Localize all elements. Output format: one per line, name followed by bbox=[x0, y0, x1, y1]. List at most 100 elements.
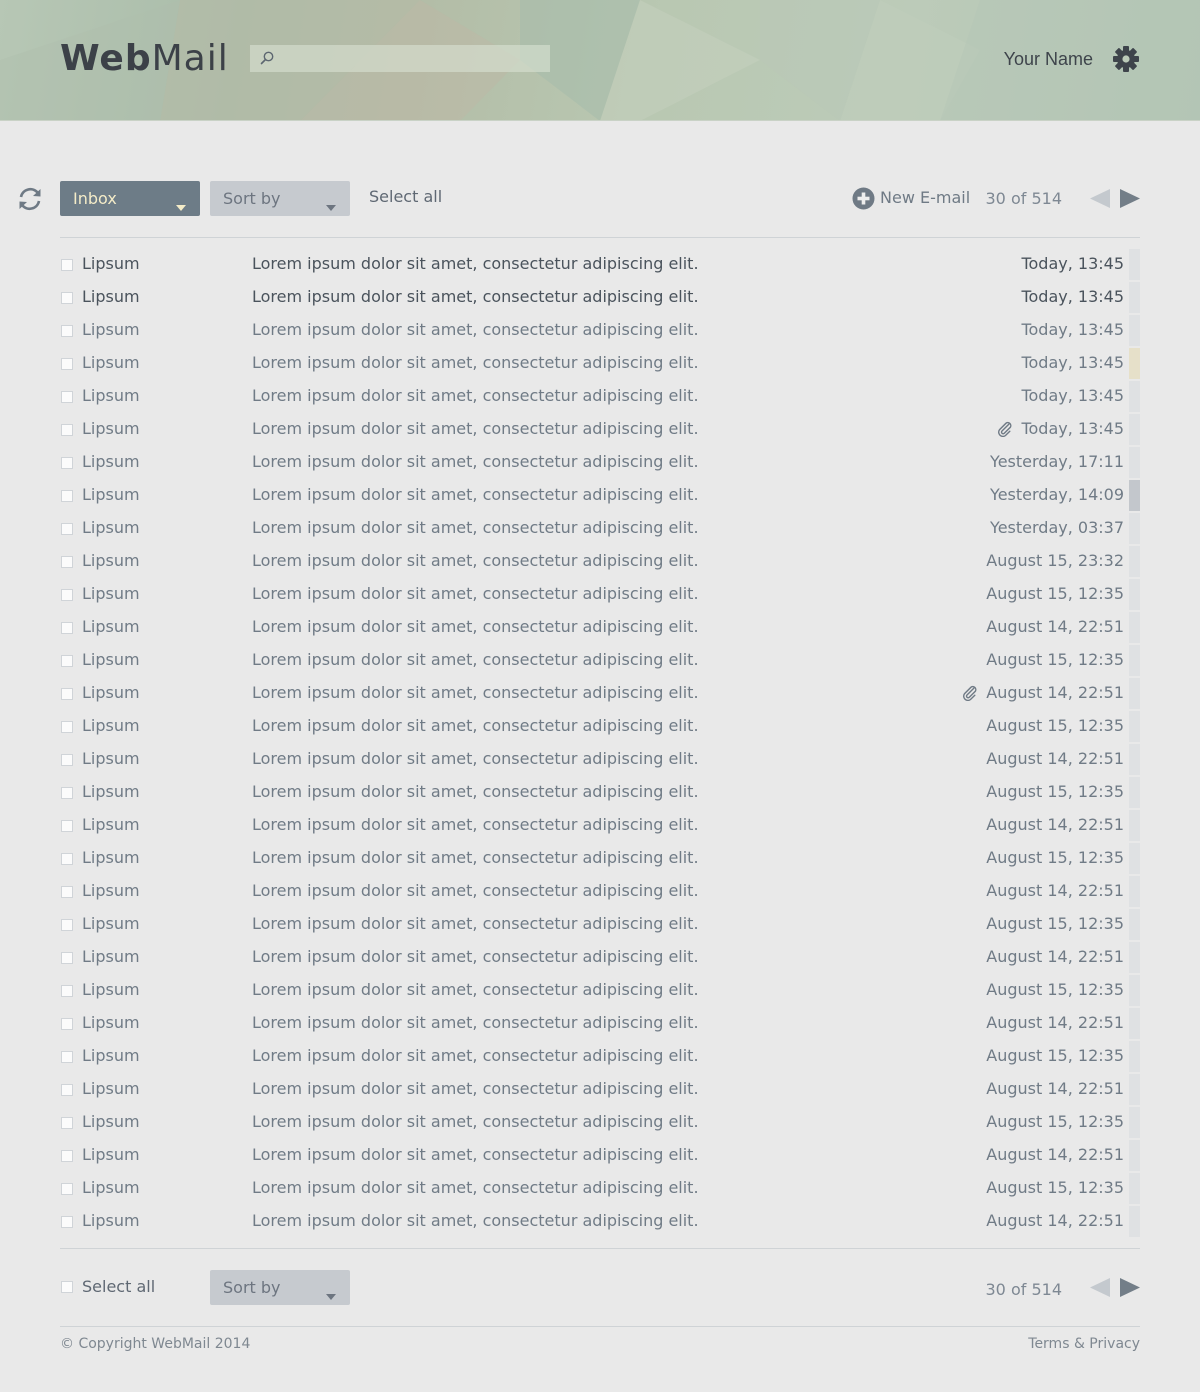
search-input[interactable] bbox=[282, 45, 544, 72]
sort-dropdown-top[interactable]: Sort by bbox=[210, 181, 350, 216]
message-row[interactable]: Lipsum Lorem ipsum dolor sit amet, consec… bbox=[60, 1173, 1140, 1206]
new-email-label: New E-mail bbox=[880, 188, 971, 207]
user-name[interactable]: Your Name bbox=[990, 48, 1093, 70]
message-checkbox[interactable] bbox=[61, 325, 73, 337]
message-checkbox[interactable] bbox=[61, 424, 73, 436]
prev-page-icon[interactable] bbox=[1090, 1278, 1110, 1301]
caret-down-icon bbox=[176, 196, 186, 215]
message-row[interactable]: Lipsum Lorem ipsum dolor sit amet, consec… bbox=[60, 1041, 1140, 1074]
message-subject: Lorem ipsum dolor sit amet, consectetur … bbox=[252, 650, 699, 669]
message-status-marker bbox=[1129, 381, 1140, 412]
message-checkbox[interactable] bbox=[61, 1183, 73, 1195]
select-all-link[interactable]: Select all bbox=[369, 187, 442, 207]
message-sender: Lipsum bbox=[82, 551, 140, 570]
message-row[interactable]: Lipsum Lorem ipsum dolor sit amet, consec… bbox=[60, 744, 1140, 777]
message-checkbox[interactable] bbox=[61, 1216, 73, 1228]
message-checkbox[interactable] bbox=[61, 589, 73, 601]
next-page-icon[interactable] bbox=[1120, 189, 1140, 212]
message-row[interactable]: Lipsum Lorem ipsum dolor sit amet, consec… bbox=[60, 480, 1140, 513]
message-checkbox[interactable] bbox=[61, 1117, 73, 1129]
message-sender: Lipsum bbox=[82, 353, 140, 372]
message-checkbox[interactable] bbox=[61, 622, 73, 634]
message-row[interactable]: Lipsum Lorem ipsum dolor sit amet, consec… bbox=[60, 1107, 1140, 1140]
message-date: August 14, 22:51 bbox=[986, 1013, 1124, 1032]
message-checkbox[interactable] bbox=[61, 457, 73, 469]
message-checkbox[interactable] bbox=[61, 787, 73, 799]
terms-privacy-link[interactable]: Terms & Privacy bbox=[1000, 1335, 1140, 1353]
message-date: August 15, 12:35 bbox=[986, 1178, 1124, 1197]
next-page-icon[interactable] bbox=[1120, 1278, 1140, 1301]
message-checkbox[interactable] bbox=[61, 259, 73, 271]
message-row[interactable]: Lipsum Lorem ipsum dolor sit amet, consec… bbox=[60, 810, 1140, 843]
message-row[interactable]: Lipsum Lorem ipsum dolor sit amet, consec… bbox=[60, 348, 1140, 381]
message-row[interactable]: Lipsum Lorem ipsum dolor sit amet, consec… bbox=[60, 876, 1140, 909]
app-logo[interactable]: WebMail bbox=[60, 38, 229, 80]
message-checkbox[interactable] bbox=[61, 721, 73, 733]
folder-dropdown[interactable]: Inbox bbox=[60, 181, 200, 216]
message-date: August 14, 22:51 bbox=[986, 683, 1124, 702]
message-checkbox[interactable] bbox=[61, 391, 73, 403]
message-checkbox[interactable] bbox=[61, 1084, 73, 1096]
message-checkbox[interactable] bbox=[61, 688, 73, 700]
message-checkbox[interactable] bbox=[61, 985, 73, 997]
message-checkbox[interactable] bbox=[61, 1051, 73, 1063]
message-row[interactable]: Lipsum Lorem ipsum dolor sit amet, consec… bbox=[60, 282, 1140, 315]
message-row[interactable]: Lipsum Lorem ipsum dolor sit amet, consec… bbox=[60, 645, 1140, 678]
message-sender: Lipsum bbox=[82, 1211, 140, 1230]
message-row[interactable]: Lipsum Lorem ipsum dolor sit amet, consec… bbox=[60, 909, 1140, 942]
message-sender: Lipsum bbox=[82, 1145, 140, 1164]
message-row[interactable]: Lipsum Lorem ipsum dolor sit amet, consec… bbox=[60, 579, 1140, 612]
message-row[interactable]: Lipsum Lorem ipsum dolor sit amet, consec… bbox=[60, 381, 1140, 414]
prev-page-icon[interactable] bbox=[1090, 189, 1110, 212]
message-checkbox[interactable] bbox=[61, 853, 73, 865]
message-checkbox[interactable] bbox=[61, 952, 73, 964]
message-row[interactable]: Lipsum Lorem ipsum dolor sit amet, consec… bbox=[60, 777, 1140, 810]
message-sender: Lipsum bbox=[82, 749, 140, 768]
sort-dropdown-bottom[interactable]: Sort by bbox=[210, 1270, 350, 1305]
select-all-checkbox[interactable] bbox=[61, 1281, 73, 1293]
message-checkbox[interactable] bbox=[61, 556, 73, 568]
message-row[interactable]: Lipsum Lorem ipsum dolor sit amet, consec… bbox=[60, 249, 1140, 282]
message-date: Today, 13:45 bbox=[1021, 386, 1124, 405]
message-row[interactable]: Lipsum Lorem ipsum dolor sit amet, consec… bbox=[60, 843, 1140, 876]
message-checkbox[interactable] bbox=[61, 655, 73, 667]
message-row[interactable]: Lipsum Lorem ipsum dolor sit amet, consec… bbox=[60, 942, 1140, 975]
message-date: August 15, 12:35 bbox=[986, 848, 1124, 867]
plus-circle-icon bbox=[852, 187, 875, 210]
message-row[interactable]: Lipsum Lorem ipsum dolor sit amet, consec… bbox=[60, 315, 1140, 348]
message-checkbox[interactable] bbox=[61, 754, 73, 766]
message-checkbox[interactable] bbox=[61, 919, 73, 931]
message-checkbox[interactable] bbox=[61, 820, 73, 832]
message-sender: Lipsum bbox=[82, 1178, 140, 1197]
message-row[interactable]: Lipsum Lorem ipsum dolor sit amet, consec… bbox=[60, 975, 1140, 1008]
message-row[interactable]: Lipsum Lorem ipsum dolor sit amet, consec… bbox=[60, 1140, 1140, 1173]
message-date: August 14, 22:51 bbox=[986, 1079, 1124, 1098]
message-row[interactable]: Lipsum Lorem ipsum dolor sit amet, consec… bbox=[60, 414, 1140, 447]
message-sender: Lipsum bbox=[82, 617, 140, 636]
message-checkbox[interactable] bbox=[61, 490, 73, 502]
message-status-marker bbox=[1129, 1041, 1140, 1072]
message-row[interactable]: Lipsum Lorem ipsum dolor sit amet, consec… bbox=[60, 678, 1140, 711]
gear-icon[interactable] bbox=[1111, 44, 1141, 74]
message-row[interactable]: Lipsum Lorem ipsum dolor sit amet, consec… bbox=[60, 546, 1140, 579]
message-date: August 14, 22:51 bbox=[986, 617, 1124, 636]
message-checkbox[interactable] bbox=[61, 292, 73, 304]
message-checkbox[interactable] bbox=[61, 1018, 73, 1030]
select-all-label-bottom[interactable]: Select all bbox=[82, 1277, 155, 1297]
message-date: August 15, 12:35 bbox=[986, 1046, 1124, 1065]
message-date: August 15, 12:35 bbox=[986, 980, 1124, 999]
message-checkbox[interactable] bbox=[61, 358, 73, 370]
message-sender: Lipsum bbox=[82, 320, 140, 339]
message-checkbox[interactable] bbox=[61, 886, 73, 898]
message-row[interactable]: Lipsum Lorem ipsum dolor sit amet, consec… bbox=[60, 1206, 1140, 1239]
message-row[interactable]: Lipsum Lorem ipsum dolor sit amet, consec… bbox=[60, 711, 1140, 744]
message-row[interactable]: Lipsum Lorem ipsum dolor sit amet, consec… bbox=[60, 1074, 1140, 1107]
message-row[interactable]: Lipsum Lorem ipsum dolor sit amet, consec… bbox=[60, 447, 1140, 480]
message-checkbox[interactable] bbox=[61, 523, 73, 535]
message-checkbox[interactable] bbox=[61, 1150, 73, 1162]
refresh-icon[interactable] bbox=[16, 185, 44, 213]
message-row[interactable]: Lipsum Lorem ipsum dolor sit amet, consec… bbox=[60, 513, 1140, 546]
search-box[interactable] bbox=[250, 45, 550, 72]
message-row[interactable]: Lipsum Lorem ipsum dolor sit amet, consec… bbox=[60, 612, 1140, 645]
message-row[interactable]: Lipsum Lorem ipsum dolor sit amet, consec… bbox=[60, 1008, 1140, 1041]
